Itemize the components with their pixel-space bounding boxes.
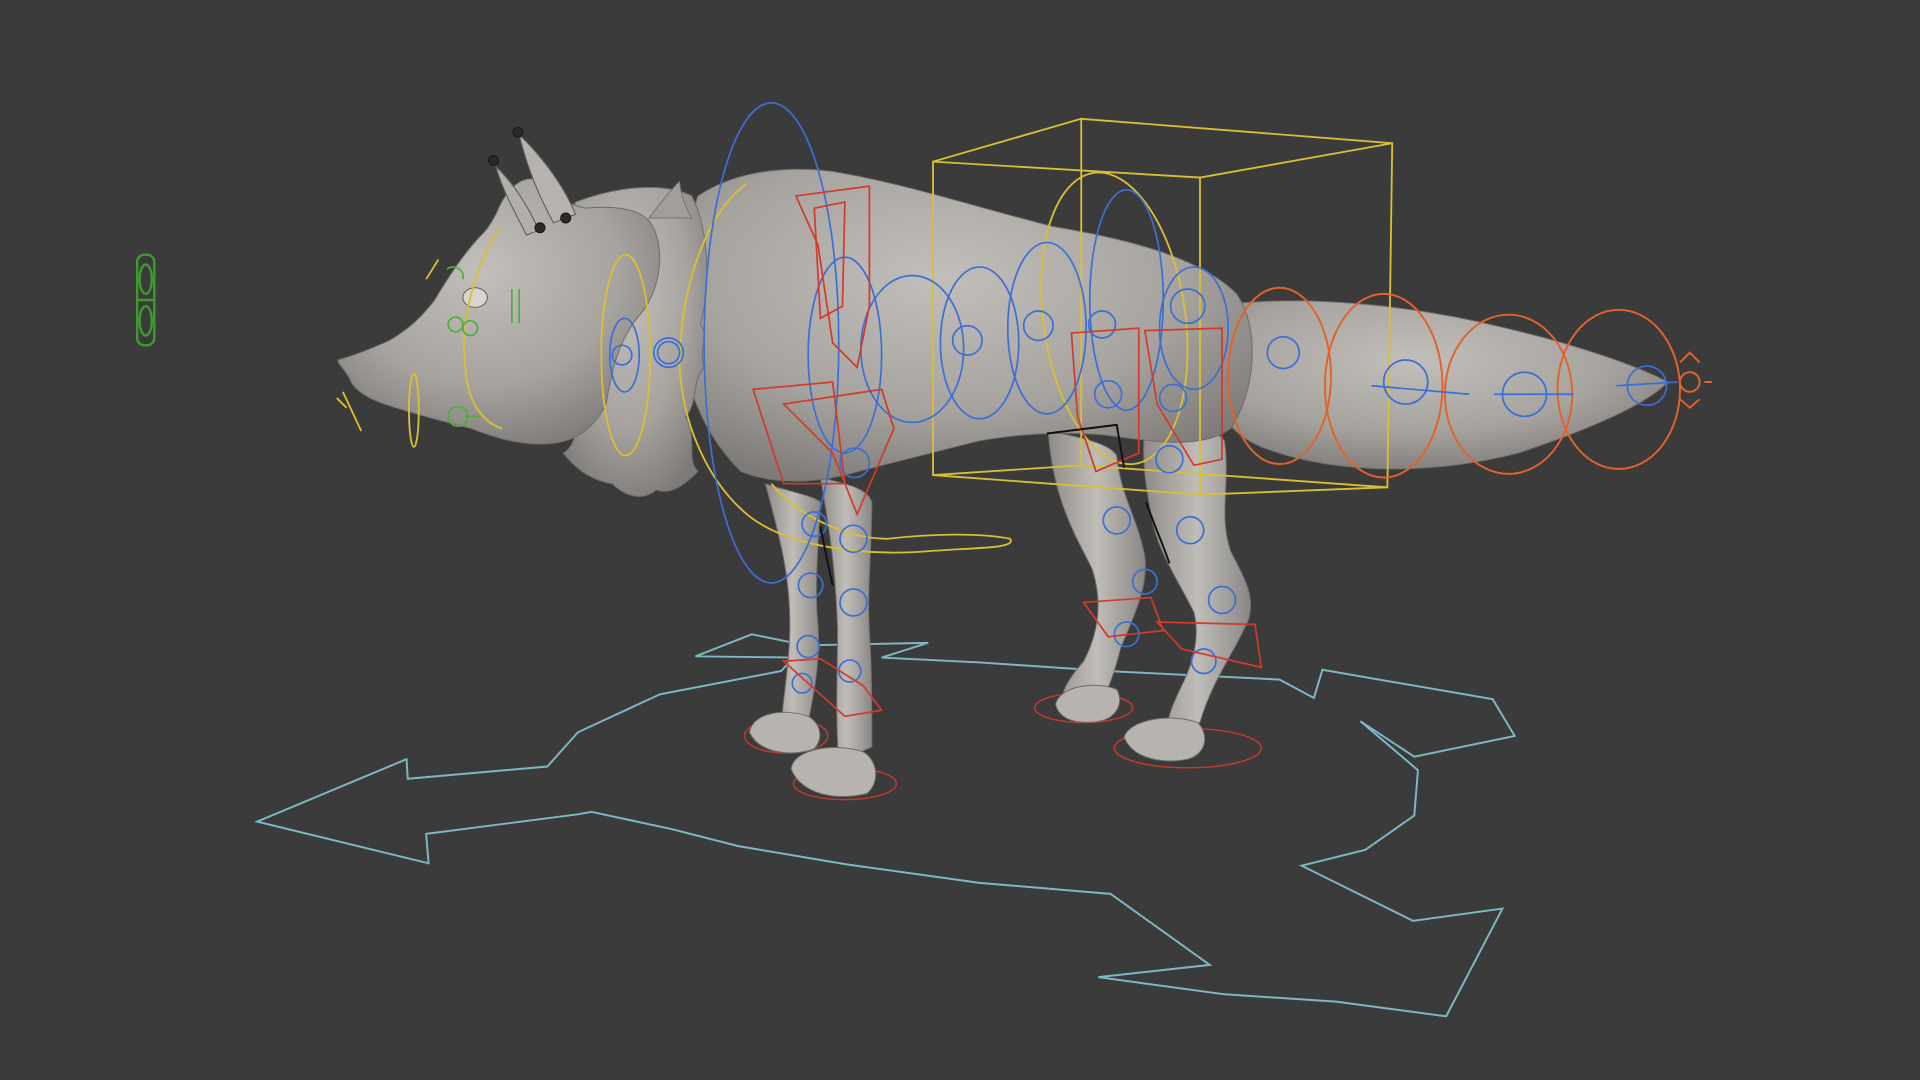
3d-viewport[interactable] — [0, 0, 1920, 1080]
ear-knob[interactable] — [487, 154, 499, 166]
viewport-canvas[interactable] — [0, 0, 1920, 1080]
ear-knob[interactable] — [534, 222, 546, 234]
viewport-background — [0, 0, 1920, 1080]
ear-knob[interactable] — [512, 126, 524, 138]
ear-knob[interactable] — [560, 212, 572, 224]
wolf-eye[interactable] — [462, 287, 488, 308]
